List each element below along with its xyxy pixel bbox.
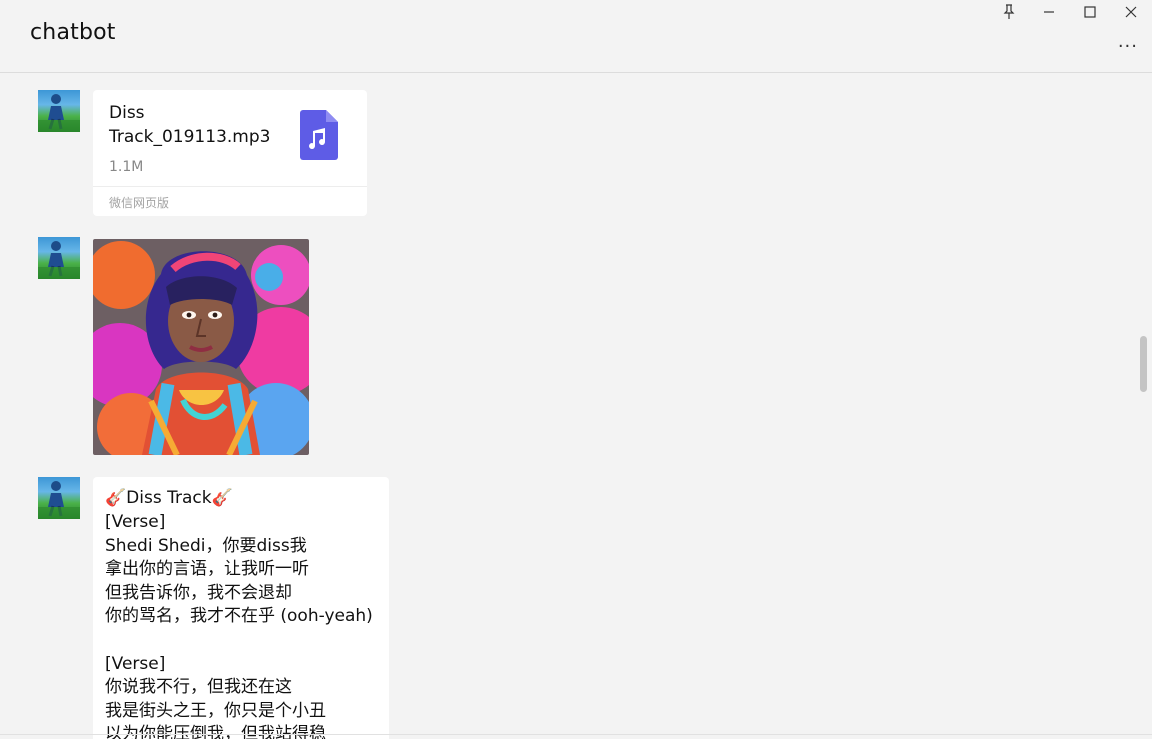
lyric-line: 以为你能压倒我，但我站得稳	[105, 724, 326, 739]
window-title: chatbot	[30, 20, 116, 45]
pin-icon[interactable]	[996, 2, 1022, 22]
avatar[interactable]	[38, 237, 80, 279]
avatar[interactable]	[38, 477, 80, 519]
lyric-line: 你说我不行，但我还在这	[105, 677, 292, 697]
lyric-line: [Verse]	[105, 512, 166, 532]
lyric-line: Shedi Shedi，你要diss我	[105, 536, 307, 556]
window-header: chatbot ···	[0, 0, 1152, 73]
music-file-icon	[300, 110, 338, 160]
more-options-icon[interactable]: ···	[1118, 36, 1138, 57]
lyric-line: 🎸Diss Track🎸	[105, 488, 233, 508]
avatar[interactable]	[38, 90, 80, 132]
image-message[interactable]	[93, 239, 309, 455]
lyric-line: 但我告诉你，我不会退却	[105, 583, 292, 603]
minimize-icon[interactable]	[1036, 2, 1062, 22]
lyric-line: 你的骂名，我才不在乎 (ooh-yeah)	[105, 606, 373, 626]
file-size: 1.1M	[109, 159, 144, 175]
maximize-icon[interactable]	[1077, 2, 1103, 22]
file-message-card[interactable]: Diss Track_019113.mp3 1.1M 微信网页版	[93, 90, 367, 216]
file-name[interactable]: Diss Track_019113.mp3	[109, 101, 279, 149]
text-message[interactable]: 🎸Diss Track🎸 [Verse] Shedi Shedi，你要diss我…	[93, 477, 389, 739]
scrollbar-thumb[interactable]	[1140, 336, 1147, 392]
lyric-line: 我是街头之王，你只是个小丑	[105, 701, 326, 721]
file-source-footer: 微信网页版	[93, 186, 367, 217]
close-icon[interactable]	[1118, 2, 1144, 22]
lyric-line: 拿出你的言语，让我听一听	[105, 559, 309, 579]
lyric-line: [Verse]	[105, 654, 166, 674]
file-source: 微信网页版	[109, 196, 170, 210]
bottom-divider	[0, 734, 1152, 735]
